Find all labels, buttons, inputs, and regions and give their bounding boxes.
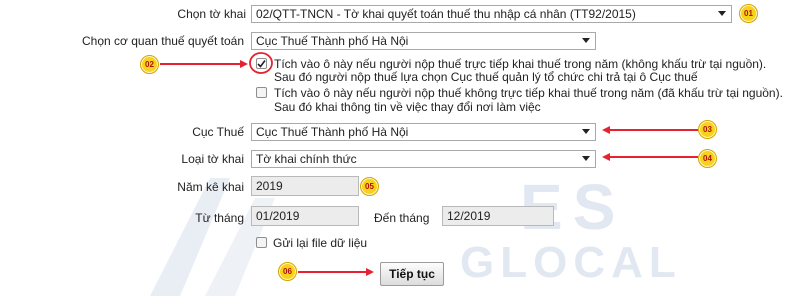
- annotation-badge-04: 04: [698, 149, 717, 168]
- den-thang-label: Đến tháng: [374, 211, 430, 225]
- den-thang-input[interactable]: 12/2019: [442, 206, 554, 226]
- tu-thang-input[interactable]: 01/2019: [251, 206, 359, 226]
- loai-to-khai-label: Loại tờ khai: [181, 152, 244, 166]
- annotation-badge-03: 03: [698, 120, 717, 139]
- gui-lai-label: Gửi lại file dữ liệu: [273, 236, 368, 250]
- annotation-badge-06: 06: [278, 262, 297, 281]
- gui-lai-checkbox[interactable]: [256, 237, 267, 248]
- watermark-glocal: GLOCAL: [460, 238, 682, 287]
- annotation-arrow-04: [610, 156, 698, 158]
- option1-highlight-circle: [249, 52, 273, 74]
- chon-to-khai-label: Chọn tờ khai: [177, 7, 246, 21]
- cuc-thue-label: Cục Thuế: [192, 125, 244, 139]
- annotation-badge-01: 01: [739, 4, 758, 23]
- tiep-tuc-button[interactable]: Tiếp tục: [380, 262, 444, 286]
- annotation-arrowhead-03: [602, 126, 610, 134]
- nam-ke-khai-input[interactable]: 2019: [251, 176, 359, 196]
- option2-checkbox[interactable]: [256, 87, 267, 98]
- option2-line1: Tích vào ô này nếu người nộp thuế không …: [274, 86, 783, 100]
- loai-to-khai-select[interactable]: Tờ khai chính thức: [251, 150, 596, 168]
- chon-co-quan-select[interactable]: Cục Thuế Thành phố Hà Nội: [251, 32, 596, 50]
- option1-line2: Sau đó người nộp thuế lựa chọn Cục thuế …: [274, 70, 698, 84]
- annotation-badge-02: 02: [140, 55, 159, 74]
- option2-line2: Sau đó khai thông tin về việc thay đổi n…: [274, 100, 541, 114]
- nam-ke-khai-label: Năm kê khai: [177, 180, 244, 194]
- annotation-arrow-02: [160, 63, 240, 65]
- chon-to-khai-value: 02/QTT-TNCN - Tờ khai quyết toán thuế th…: [256, 7, 636, 21]
- annotation-arrowhead-04: [602, 153, 610, 161]
- annotation-arrowhead-06: [366, 268, 374, 276]
- annotation-arrow-03: [610, 129, 698, 131]
- chevron-down-icon: [582, 129, 590, 134]
- annotation-arrowhead-02: [240, 60, 248, 68]
- loai-to-khai-value: Tờ khai chính thức: [256, 152, 357, 166]
- cuc-thue-select[interactable]: Cục Thuế Thành phố Hà Nội: [251, 123, 596, 141]
- chevron-down-icon: [718, 11, 726, 16]
- chevron-down-icon: [582, 38, 590, 43]
- cuc-thue-value: Cục Thuế Thành phố Hà Nội: [256, 125, 409, 139]
- annotation-arrow-06: [298, 271, 366, 273]
- annotation-badge-05: 05: [360, 177, 379, 196]
- chon-to-khai-select[interactable]: 02/QTT-TNCN - Tờ khai quyết toán thuế th…: [251, 5, 732, 23]
- chon-co-quan-value: Cục Thuế Thành phố Hà Nội: [256, 34, 409, 48]
- chevron-down-icon: [582, 156, 590, 161]
- chon-co-quan-label: Chọn cơ quan thuế quyết toán: [82, 34, 244, 48]
- tu-thang-label: Từ tháng: [195, 211, 244, 225]
